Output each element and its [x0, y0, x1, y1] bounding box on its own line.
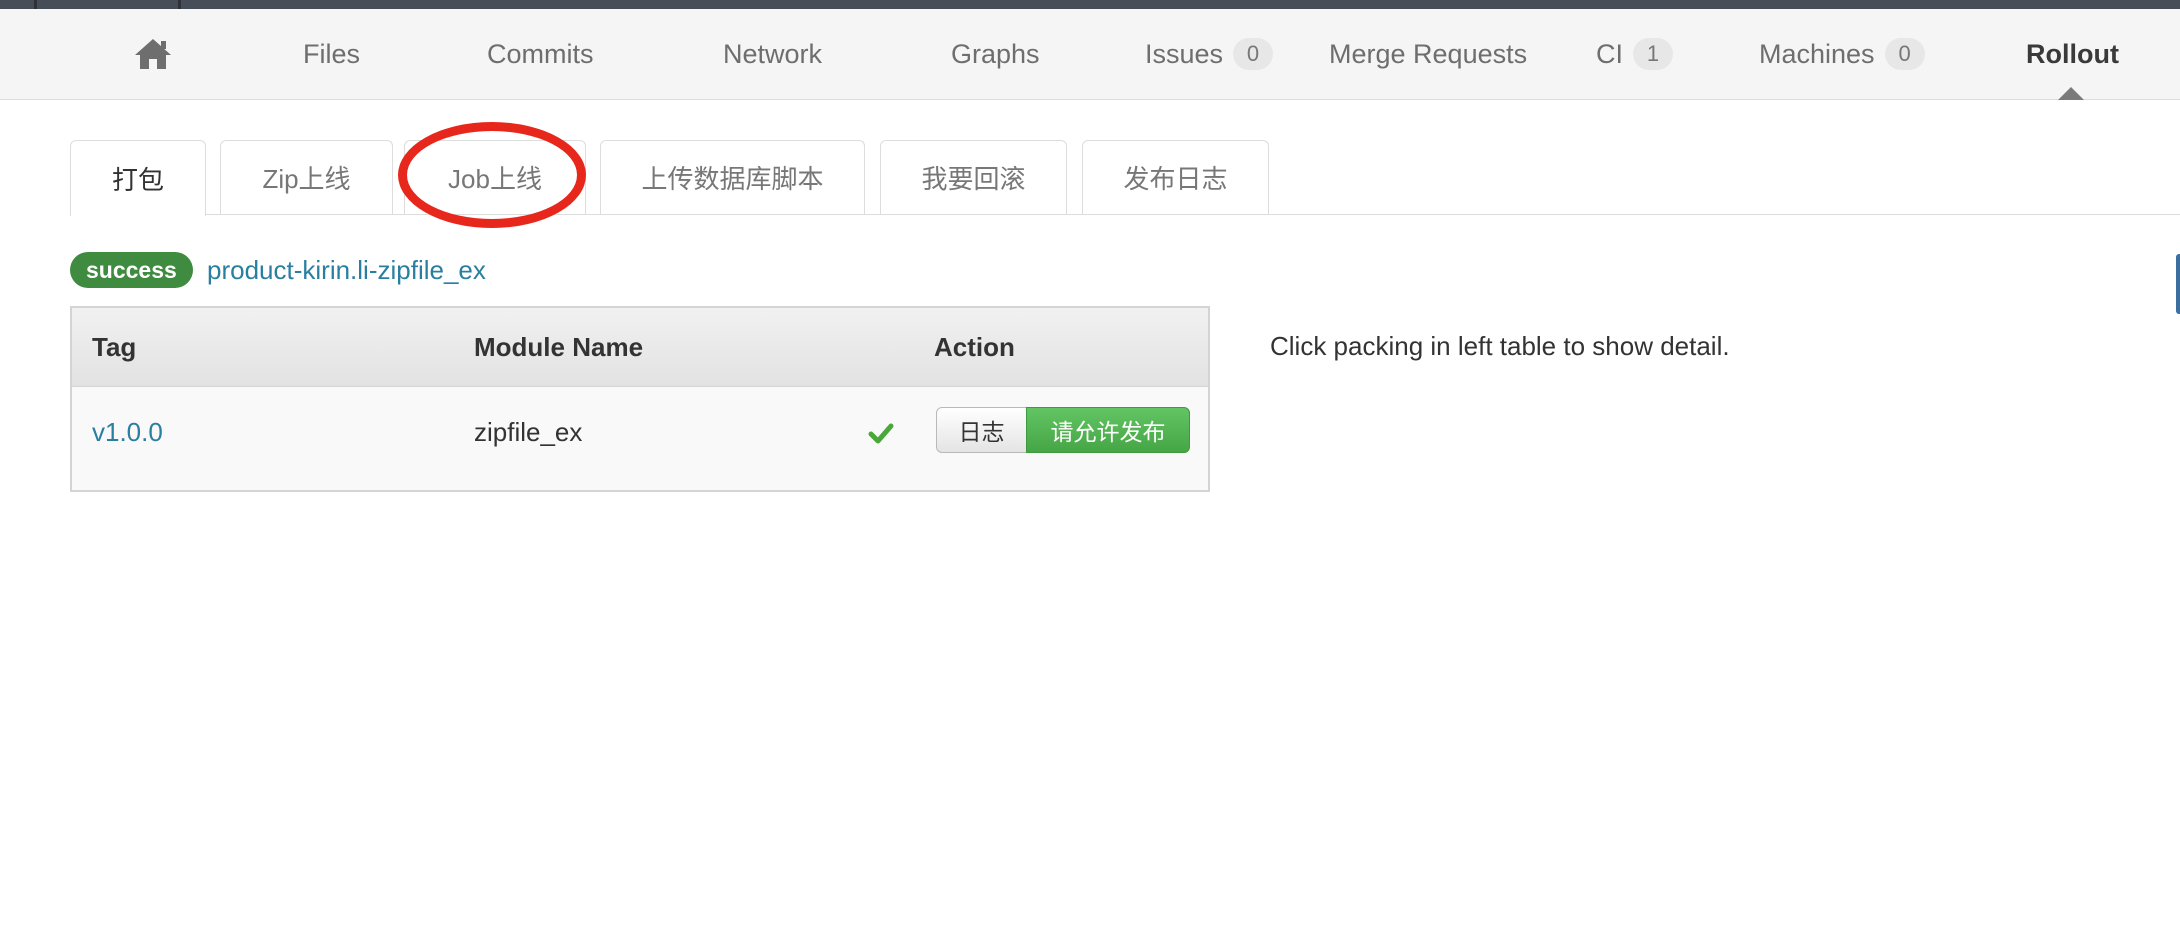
- log-button-label: 日志: [958, 419, 1005, 445]
- nav-issues-label: Issues: [1145, 38, 1224, 69]
- nav-commits-label: Commits: [487, 38, 594, 69]
- status-badge: success: [70, 252, 193, 288]
- home-icon: [135, 39, 171, 69]
- tab-release-log[interactable]: 发布日志: [1082, 140, 1269, 214]
- nav-machines-label: Machines: [1759, 38, 1875, 69]
- nav-graphs-label: Graphs: [951, 38, 1040, 69]
- column-header-module: Module Name: [474, 332, 644, 362]
- annotation-circle: [398, 122, 586, 228]
- column-header-tag: Tag: [92, 332, 137, 362]
- tab-rollback[interactable]: 我要回滚: [880, 140, 1067, 214]
- nav-rollout-label: Rollout: [2026, 38, 2119, 69]
- nav-ci-label: CI: [1596, 38, 1623, 69]
- project-navbar: Files Commits Network Graphs Issues 0 Me…: [0, 9, 2180, 100]
- tab-zip-release[interactable]: Zip上线: [220, 140, 393, 214]
- check-icon: [868, 423, 894, 444]
- tab-rollback-label: 我要回滚: [921, 164, 1026, 194]
- top-bar: [0, 0, 2180, 9]
- tab-packing[interactable]: 打包: [70, 140, 206, 216]
- top-bar-divider: [178, 0, 181, 9]
- nav-files-label: Files: [303, 38, 361, 69]
- nav-rollout[interactable]: Rollout: [2026, 9, 2119, 99]
- nav-network-label: Network: [723, 38, 823, 69]
- table-header: Tag Module Name Action: [72, 308, 1208, 387]
- tabs-baseline: [70, 214, 2180, 215]
- nav-home[interactable]: [133, 9, 173, 99]
- nav-ci[interactable]: CI 1: [1596, 9, 1673, 99]
- nav-merge-requests-label: Merge Requests: [1329, 38, 1528, 69]
- allow-publish-button[interactable]: 请允许发布: [1026, 407, 1190, 453]
- nav-issues[interactable]: Issues 0: [1145, 9, 1274, 99]
- nav-graphs[interactable]: Graphs: [951, 9, 1040, 99]
- active-nav-caret: [2058, 87, 2084, 100]
- nav-merge-requests[interactable]: Merge Requests: [1329, 9, 1527, 99]
- ci-count-badge: 1: [1633, 38, 1673, 70]
- detail-hint: Click packing in left table to show deta…: [1270, 331, 1730, 361]
- nav-files[interactable]: Files: [303, 9, 360, 99]
- tab-upload-db-script[interactable]: 上传数据库脚本: [600, 140, 865, 214]
- packing-table: Tag Module Name Action v1.0.0 zipfile_ex…: [70, 306, 1210, 492]
- tab-packing-label: 打包: [111, 165, 164, 195]
- side-panel-edge[interactable]: [2176, 254, 2180, 314]
- log-button[interactable]: 日志: [936, 407, 1027, 453]
- module-name: zipfile_ex: [474, 417, 583, 447]
- top-bar-divider: [34, 0, 37, 9]
- tag-link[interactable]: v1.0.0: [92, 386, 163, 478]
- tab-zip-release-label: Zip上线: [262, 164, 351, 194]
- allow-publish-button-label: 请允许发布: [1050, 419, 1166, 445]
- tab-upload-db-script-label: 上传数据库脚本: [641, 164, 824, 194]
- nav-commits[interactable]: Commits: [487, 9, 594, 99]
- machines-count-badge: 0: [1884, 38, 1925, 70]
- tab-release-log-label: 发布日志: [1123, 164, 1228, 194]
- nav-network[interactable]: Network: [723, 9, 822, 99]
- column-header-action: Action: [934, 332, 1015, 362]
- product-link[interactable]: product-kirin.li-zipfile_ex: [207, 252, 486, 288]
- nav-machines[interactable]: Machines 0: [1759, 9, 1925, 99]
- issues-count-badge: 0: [1233, 38, 1274, 70]
